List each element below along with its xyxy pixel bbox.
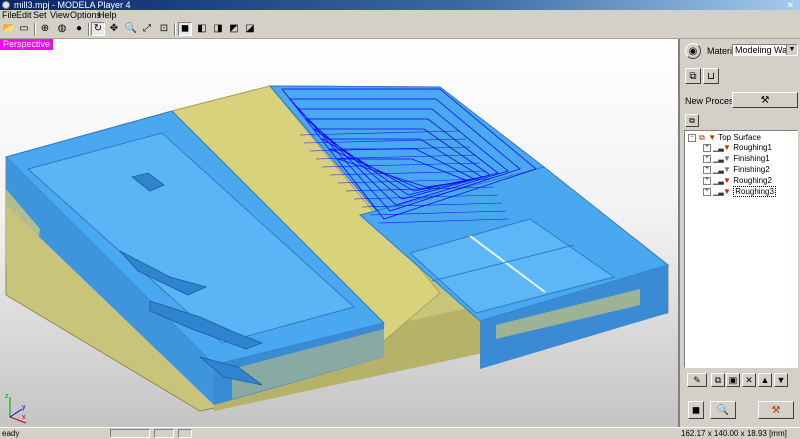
model-icon[interactable]: ⧉: [685, 68, 701, 84]
move-down-icon[interactable]: ▼: [774, 373, 788, 387]
expand-icon[interactable]: +: [703, 176, 711, 185]
status-pane: [110, 429, 150, 438]
axis-z-label: z: [5, 393, 9, 400]
stop-icon[interactable]: ◼: [688, 401, 704, 419]
status-bar: eady 162.17 x 140.00 x 18.93 [mm]: [0, 427, 800, 439]
status-text: eady: [2, 429, 20, 438]
copy-icon[interactable]: ⧉: [711, 373, 725, 387]
process-bars-icon: ▁▃: [713, 178, 724, 185]
tree-item-label: Roughing1: [733, 143, 772, 152]
menu-bar: File Edit Set View Options Help: [0, 10, 800, 21]
tool-icon: ▼: [708, 133, 717, 142]
refresh-icon[interactable]: ↻: [91, 22, 105, 36]
menu-set[interactable]: Set: [33, 10, 47, 21]
paste-icon[interactable]: ▣: [726, 373, 740, 387]
view-front-icon[interactable]: ◼: [178, 22, 192, 36]
tree-item-roughing3[interactable]: + ▁▃▼ Roughing3: [703, 186, 776, 197]
expand-icon[interactable]: +: [703, 154, 711, 163]
viewport-label: Perspective: [0, 39, 54, 50]
process-bars-icon: ▁▃: [713, 145, 724, 152]
view-back-icon[interactable]: ◪: [243, 22, 257, 36]
chevron-down-icon[interactable]: ▼: [786, 45, 797, 55]
model-scene: [5, 85, 670, 424]
save-icon[interactable]: ▭: [17, 22, 31, 36]
app-icon: [2, 1, 10, 9]
menu-options[interactable]: Options: [70, 10, 101, 21]
tool-icon: ▼: [723, 154, 731, 163]
fit-icon[interactable]: ⤢: [140, 22, 154, 36]
material-icon[interactable]: ◉: [685, 43, 701, 59]
view-iso-icon[interactable]: ◧: [195, 22, 209, 36]
open-icon[interactable]: 📂: [2, 22, 16, 36]
title-bar: mill3.mpj - MODELA Player 4 ✕: [0, 0, 800, 10]
material-value: Modeling Wax: [735, 45, 792, 55]
zoom-window-icon[interactable]: ⊡: [157, 22, 171, 36]
cut-button[interactable]: ⚒: [758, 401, 794, 419]
tree-item-finishing1[interactable]: + ▁▃▼ Finishing1: [703, 154, 770, 164]
3d-viewport[interactable]: Perspective z x y: [0, 39, 678, 427]
material-select[interactable]: Modeling Wax ▼: [732, 44, 798, 56]
toolbar-separator: [34, 23, 36, 36]
collapse-icon[interactable]: −: [688, 133, 696, 142]
expand-icon[interactable]: +: [703, 143, 711, 152]
expand-icon[interactable]: +: [703, 165, 711, 174]
zoom-icon[interactable]: 🔍: [124, 22, 138, 36]
rotate-icon[interactable]: ⊕: [38, 22, 52, 36]
tree-item-finishing2[interactable]: + ▁▃▼ Finishing2: [703, 165, 770, 175]
surface-icon: ⧉: [699, 133, 705, 142]
process-bars-icon: ▁▃: [713, 189, 724, 196]
preview-cutting-button[interactable]: 🔍: [710, 401, 736, 419]
process-panel: ◉ Material Modeling Wax ▼ ⧉ ⊔ New Proces…: [678, 39, 800, 427]
tool-icon: ▼: [723, 176, 731, 185]
move-up-icon[interactable]: ▲: [758, 373, 772, 387]
status-pane: [178, 429, 192, 438]
new-process-label: New Process: [685, 96, 739, 106]
toolbar-separator: [174, 23, 176, 36]
process-tree: − ⧉ ▼ Top Surface + ▁▃▼ Roughing1 + ▁▃▼ Fin…: [684, 130, 798, 368]
close-button[interactable]: ✕: [786, 0, 794, 10]
view-top-icon[interactable]: ◩: [227, 22, 241, 36]
menu-help[interactable]: Help: [98, 10, 117, 21]
delete-icon[interactable]: ✕: [742, 373, 756, 387]
tree-item-roughing2[interactable]: + ▁▃▼ Roughing2: [703, 176, 772, 186]
process-bars-icon: ▁▃: [713, 156, 724, 163]
menu-view[interactable]: View: [50, 10, 69, 21]
tree-root-label: Top Surface: [718, 133, 761, 142]
window-title: mill3.mpj - MODELA Player 4: [14, 0, 131, 10]
tool-icon: ▼: [723, 165, 731, 174]
edit-process-button[interactable]: ✎: [687, 373, 707, 387]
sphere-icon[interactable]: ●: [72, 22, 86, 36]
new-process-button[interactable]: ⚒: [732, 92, 798, 108]
model-dimensions: 162.17 x 140.00 x 18.93 [mm]: [681, 429, 787, 438]
tree-item-label: Finishing1: [733, 154, 770, 163]
axis-x-label: x: [22, 414, 26, 421]
cutting-area-icon[interactable]: ⊔: [703, 68, 719, 84]
tree-view-icon[interactable]: ⧉: [685, 114, 699, 127]
move-icon[interactable]: ✥: [107, 22, 121, 36]
process-bars-icon: ▁▃: [713, 167, 724, 174]
globe-icon[interactable]: ◍: [55, 22, 69, 36]
tree-item-label-selected: Roughing3: [733, 186, 776, 197]
tree-item-roughing1[interactable]: + ▁▃▼ Roughing1: [703, 143, 772, 153]
toolbar: 📂 ▭ ⊕ ◍ ● ↻ ✥ 🔍 ⤢ ⊡ ◼ ◧ ◨ ◩ ◪: [0, 21, 800, 39]
axis-y-label: y: [22, 404, 26, 411]
tree-item-label: Finishing2: [733, 165, 770, 174]
tree-item-label: Roughing2: [733, 176, 772, 185]
menu-edit[interactable]: Edit: [16, 10, 32, 21]
tree-root[interactable]: − ⧉ ▼ Top Surface: [688, 133, 761, 143]
menu-file[interactable]: File: [2, 10, 17, 21]
view-side-icon[interactable]: ◨: [211, 22, 225, 36]
expand-icon[interactable]: +: [703, 187, 711, 196]
tool-icon: ▼: [723, 187, 731, 196]
status-pane: [154, 429, 174, 438]
toolbar-separator: [88, 23, 90, 36]
tool-icon: ▼: [723, 143, 731, 152]
